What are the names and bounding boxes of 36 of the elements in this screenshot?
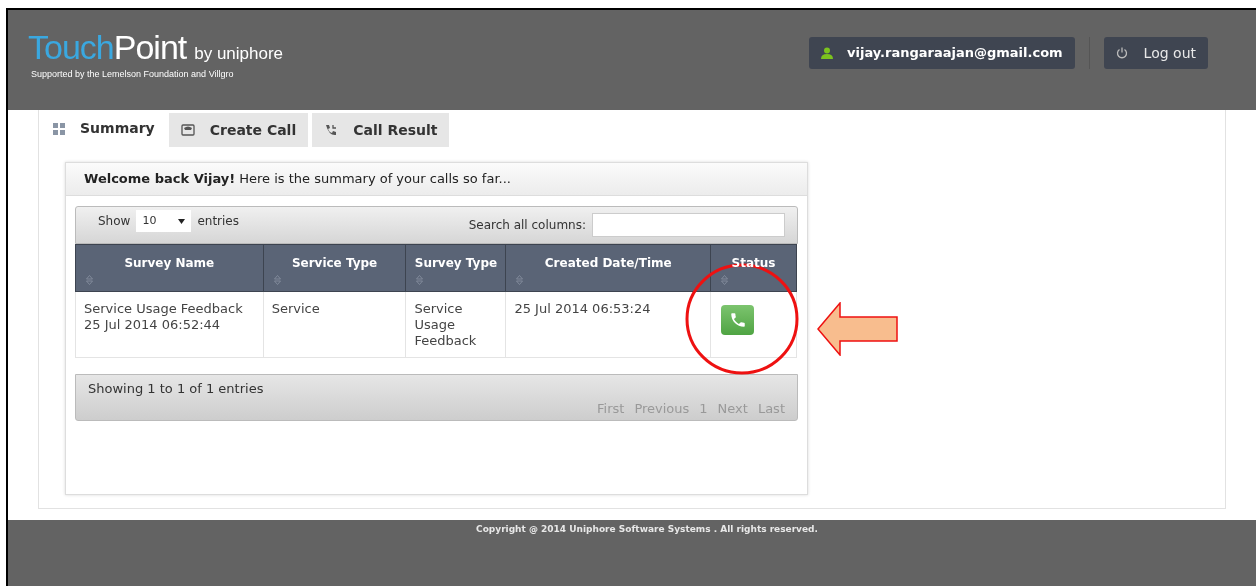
copyright-text: Copyright @ 2014 Uniphore Software Systems . All rights reserved. [476,523,818,536]
tab[interactable]: Create Call [168,113,309,147]
sort-icon[interactable] [273,275,281,285]
grid-icon [53,122,65,135]
table-cell: Service Usage Feedback 25 Jul 2014 06:52:44 [75,291,264,358]
tab[interactable]: Call Result [312,113,450,147]
entries-label: entries [197,213,239,230]
column-header[interactable]: Survey Name [75,244,264,292]
arrow-icon [817,302,899,356]
logo: TouchPoint by uniphore [28,30,284,64]
show-label: Show [98,213,131,230]
table-cell: Service [263,291,406,358]
sort-icon[interactable] [721,275,729,285]
search-label: Search all columns: [468,217,586,234]
table-cell: 25 Jul 2014 06:53:24 [505,291,711,358]
phone-icon [324,123,339,137]
user-account-button[interactable]: vijay.rangaraajan@gmail.com [809,37,1075,69]
column-header[interactable]: Created Date/Time [505,244,711,292]
page-size-select[interactable]: 10 [136,210,192,232]
power-icon [1115,47,1128,59]
telephone-icon [180,124,195,136]
sort-icon[interactable] [516,275,524,285]
dropdown-caret-icon [178,218,186,224]
logout-button[interactable]: Log out [1103,37,1208,69]
column-header[interactable]: Service Type [263,244,406,292]
phone-icon [728,311,747,329]
call-button[interactable] [721,305,755,335]
user-icon [821,47,833,59]
sort-icon[interactable] [86,275,93,285]
table-cell: Service Usage Feedback [405,291,506,358]
welcome-message: Welcome back Vijay! Here is the summary of your calls so far... [84,170,511,189]
tagline: Supported by the Lemelson Foundation and Villgro [31,68,235,81]
search-field[interactable] [592,213,785,237]
entries-info: Showing 1 to 1 of 1 entries [88,380,264,398]
column-header[interactable]: Survey Type [405,244,506,292]
sort-icon[interactable] [416,275,424,285]
